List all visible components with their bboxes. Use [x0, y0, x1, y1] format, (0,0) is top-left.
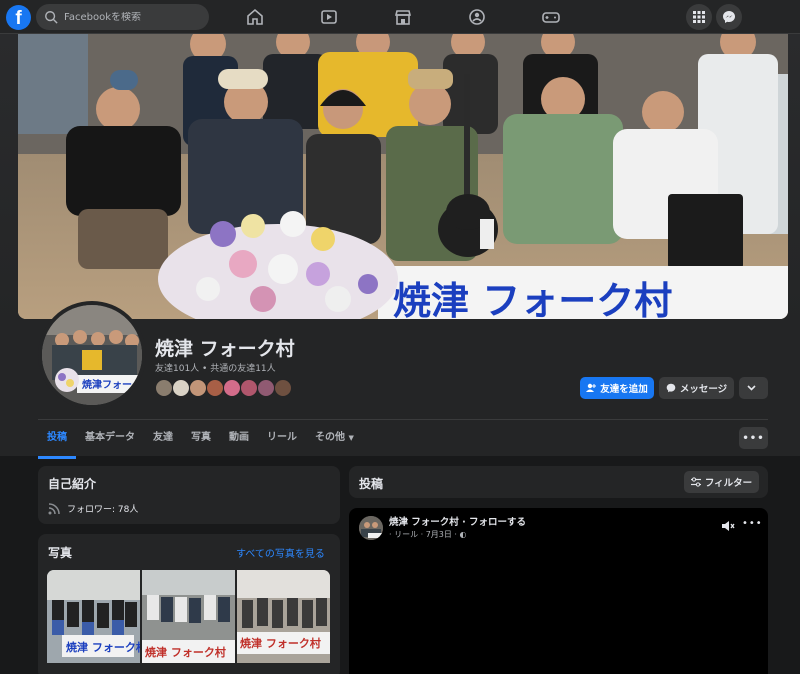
photo-banner-text: 焼津 フォーク村 — [145, 645, 226, 659]
profile-tabs: 投稿 基本データ 友達 写真 動画 リール その他 ▼ — [38, 422, 363, 459]
friend-avatar[interactable] — [240, 379, 258, 397]
post-card[interactable]: 焼津 フォーク村 · フォローする · リール · 7月3日 · ◐ ••• — [349, 508, 768, 674]
intro-title: 自己紹介 — [48, 477, 97, 491]
tab-photos[interactable]: 写真 — [182, 422, 220, 456]
tab-videos[interactable]: 動画 — [220, 422, 258, 456]
menu-grid-icon — [693, 11, 705, 23]
video-icon[interactable] — [319, 7, 339, 27]
cover-banner-text: 焼津 フォーク村 — [393, 279, 672, 319]
friend-avatar[interactable] — [274, 379, 292, 397]
message-label: メッセージ — [679, 384, 728, 395]
search-icon — [45, 11, 58, 24]
rss-icon — [48, 502, 60, 514]
followers-row: フォロワー: 78人 — [48, 502, 138, 515]
more-actions-button[interactable] — [739, 377, 768, 399]
photo-thumbnail[interactable]: 焼津 フォーク村 — [47, 570, 140, 663]
friend-avatar[interactable] — [172, 379, 190, 397]
friend-avatar[interactable] — [257, 379, 275, 397]
avatar-banner-text: 焼津フォーク村 — [82, 378, 142, 391]
photo-banner-text: 焼津 フォーク村 — [240, 636, 321, 650]
filter-icon — [690, 477, 701, 487]
post-header: 焼津 フォーク村 · フォローする · リール · 7月3日 · ◐ — [359, 516, 526, 540]
post-author-line[interactable]: 焼津 フォーク村 · フォローする — [389, 516, 526, 529]
profile-avatar[interactable]: 焼津フォーク村 — [38, 301, 146, 409]
profile-header: 焼津 フォーク村 焼津フォーク村 焼津 フォーク村 友達101 — [0, 34, 800, 459]
tab-about[interactable]: 基本データ — [76, 422, 144, 456]
tab-friends[interactable]: 友達 — [144, 422, 182, 456]
photo-thumbnail[interactable]: 焼津 フォーク村 — [142, 570, 235, 663]
page-title: 焼津 フォーク村 — [155, 338, 295, 360]
add-person-icon — [586, 383, 597, 392]
photos-card: 写真 すべての写真を見る 焼津 フォーク村 焼津 フォーク村 焼津 フォーク村 — [38, 534, 340, 674]
tab-posts[interactable]: 投稿 — [38, 422, 76, 459]
menu-button[interactable] — [686, 4, 712, 30]
tab-reels[interactable]: リール — [258, 422, 306, 456]
post-meta-line: · リール · 7月3日 · ◐ — [389, 529, 526, 540]
caret-down-icon: ▼ — [348, 434, 354, 442]
messenger-icon — [723, 11, 735, 23]
add-friend-label: 友達を追加 — [600, 384, 648, 395]
photos-title: 写真 — [48, 546, 73, 560]
marketplace-icon[interactable] — [393, 7, 413, 27]
top-navigation-bar: f — [0, 0, 800, 34]
post-meta: · リール · 7月3日 · — [389, 530, 457, 539]
friend-avatar[interactable] — [155, 379, 173, 397]
add-friend-button[interactable]: 友達を追加 — [580, 377, 654, 399]
ellipsis-icon: ••• — [742, 432, 765, 444]
filter-button[interactable]: フィルター — [684, 471, 759, 493]
intro-card: 自己紹介 フォロワー: 78人 — [38, 466, 340, 524]
messenger-button[interactable] — [716, 4, 742, 30]
messenger-icon — [666, 383, 676, 393]
tab-more[interactable]: その他 ▼ — [306, 422, 363, 456]
mutual-friends-avatars[interactable] — [155, 379, 292, 397]
groups-icon[interactable] — [467, 7, 487, 27]
chevron-down-icon — [747, 385, 756, 391]
facebook-logo[interactable]: f — [6, 5, 31, 30]
home-icon[interactable] — [245, 7, 265, 27]
search-input[interactable] — [64, 11, 204, 23]
friend-avatar[interactable] — [223, 379, 241, 397]
tabs-more-options-button[interactable]: ••• — [739, 427, 768, 449]
search-box[interactable] — [36, 4, 209, 30]
followers-count: フォロワー: 78人 — [67, 505, 139, 515]
header-divider — [38, 419, 768, 420]
globe-icon: ◐ — [459, 530, 467, 539]
gaming-icon[interactable] — [541, 7, 561, 27]
post-options-icon[interactable]: ••• — [742, 518, 763, 529]
filter-label: フィルター — [704, 478, 753, 489]
message-button[interactable]: メッセージ — [659, 377, 734, 399]
cover-photo[interactable]: 焼津 フォーク村 — [18, 34, 788, 319]
friends-count[interactable]: 友達101人 • 共通の友達11人 — [155, 361, 276, 374]
post-author-avatar[interactable] — [359, 516, 383, 540]
photo-banner-text: 焼津 フォーク村 — [66, 640, 140, 654]
tab-more-label: その他 — [315, 432, 345, 443]
friend-avatar[interactable] — [206, 379, 224, 397]
friend-avatar[interactable] — [189, 379, 207, 397]
posts-title: 投稿 — [359, 477, 384, 491]
posts-header-card: 投稿 フィルター — [349, 466, 768, 498]
photo-thumbnail[interactable]: 焼津 フォーク村 — [237, 570, 330, 663]
see-all-photos-link[interactable]: すべての写真を見る — [236, 545, 325, 560]
mute-icon[interactable] — [721, 520, 735, 532]
